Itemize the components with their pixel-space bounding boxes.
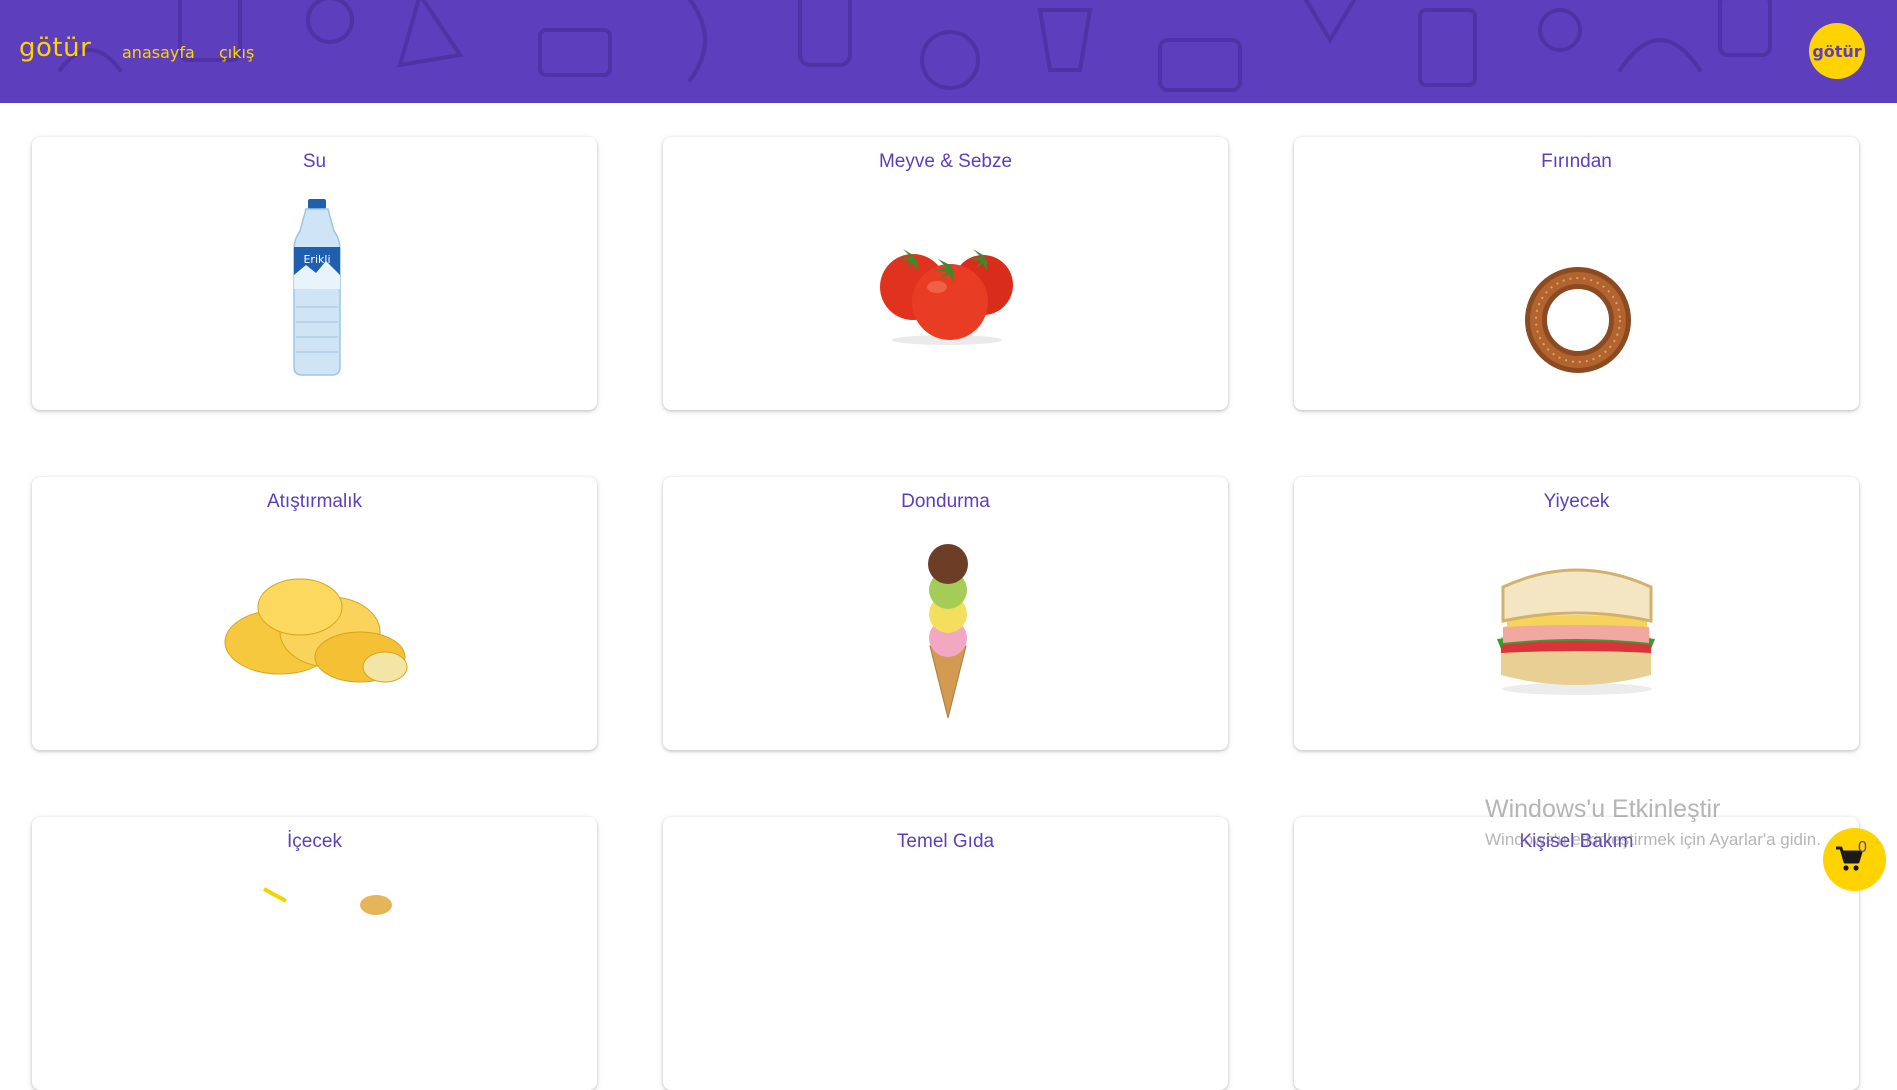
sandwich-icon [1497, 568, 1655, 695]
category-card-kisisel-bakim[interactable]: Kişisel Bakım [1294, 817, 1859, 1090]
category-card-icecek[interactable]: İçecek [32, 817, 597, 1090]
nav-home-link[interactable]: anasayfa [122, 43, 195, 62]
tomatoes-icon [880, 249, 1013, 345]
cart-button[interactable]: 0 [1823, 828, 1886, 891]
category-title: Meyve & Sebze [878, 151, 1013, 172]
category-title: Yiyecek [1543, 491, 1610, 512]
category-title: Su [302, 151, 327, 172]
category-title: Dondurma [901, 491, 990, 512]
category-title: İçecek [287, 831, 342, 852]
category-card-meyve-sebze[interactable]: Meyve & Sebze [663, 137, 1228, 410]
header-pattern [58, 0, 1772, 92]
category-card-yiyecek[interactable]: Yiyecek [1294, 477, 1859, 750]
top-header: götür anasayfa çıkış götür [0, 0, 1897, 103]
category-title: Fırından [1541, 151, 1612, 172]
cart-count: 0 [1858, 839, 1867, 856]
brand-logo-link[interactable]: götür [19, 33, 91, 63]
water-bottle-icon: Erikli [293, 199, 341, 376]
category-card-temel-gida[interactable]: Temel Gıda [663, 817, 1228, 1090]
drink-icon [263, 887, 392, 915]
chips-icon [224, 578, 408, 683]
category-card-su[interactable]: Su Erikli [32, 137, 597, 410]
simit-icon [1525, 267, 1631, 373]
nav-logout-link[interactable]: çıkış [219, 43, 254, 62]
category-card-firindan[interactable]: Fırından [1294, 137, 1859, 410]
ice-cream-icon [928, 544, 968, 719]
svg-text:Erikli: Erikli [303, 253, 330, 266]
category-title: Atıştırmalık [266, 491, 362, 512]
logo-badge[interactable]: götür [1809, 23, 1865, 79]
category-card-atistirmalik[interactable]: Atıştırmalık [32, 477, 597, 750]
category-title: Kişisel Bakım [1519, 831, 1634, 852]
category-card-dondurma[interactable]: Dondurma [663, 477, 1228, 750]
category-title: Temel Gıda [896, 831, 995, 852]
